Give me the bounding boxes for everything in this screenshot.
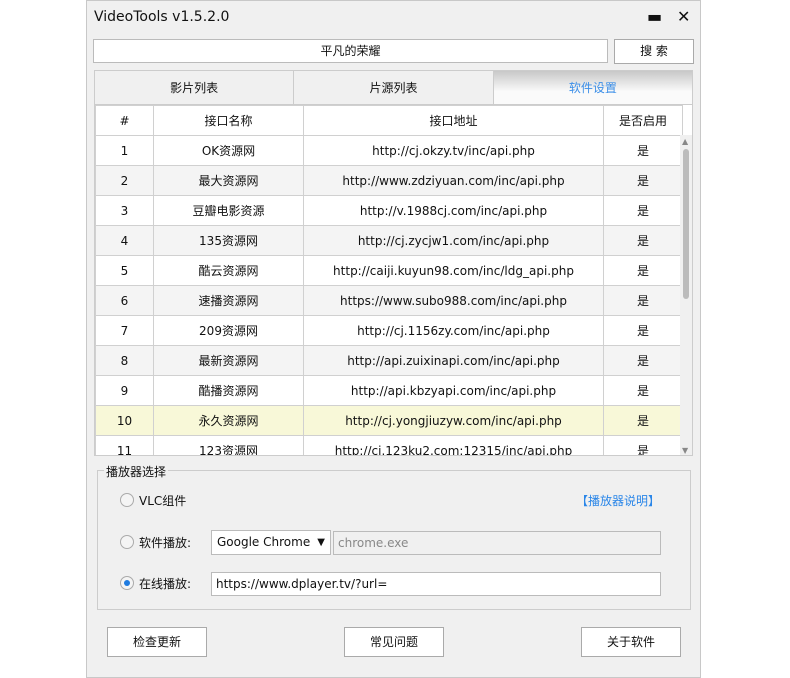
row-name: 123资源网 [153, 435, 304, 455]
col-header-index[interactable]: # [95, 105, 154, 136]
online-url-input[interactable]: https://www.dplayer.tv/?url= [211, 572, 661, 596]
row-name: 209资源网 [153, 315, 304, 346]
row-name: 豆瓣电影资源 [153, 195, 304, 226]
player-help-link[interactable]: 【播放器说明】 [576, 492, 660, 509]
table-scrollbar[interactable]: ▲ ▼ [680, 135, 692, 455]
scroll-up-icon[interactable]: ▲ [682, 137, 688, 146]
row-enabled: 是 [603, 285, 683, 316]
row-url: http://caiji.kuyun98.com/inc/ldg_api.php [303, 255, 604, 286]
row-url: http://www.zdziyuan.com/inc/api.php [303, 165, 604, 196]
row-url: http://cj.yongjiuzyw.com/inc/api.php [303, 405, 604, 436]
row-url: http://api.kbzyapi.com/inc/api.php [303, 375, 604, 406]
col-header-name[interactable]: 接口名称 [153, 105, 304, 136]
radio-online[interactable] [120, 576, 134, 590]
row-enabled: 是 [603, 135, 683, 166]
row-index: 8 [95, 345, 154, 376]
table-row[interactable]: 10 永久资源网 http://cj.yongjiuzyw.com/inc/api.… [95, 405, 683, 436]
row-index: 2 [95, 165, 154, 196]
row-index: 6 [95, 285, 154, 316]
row-url: https://www.subo988.com/inc/api.php [303, 285, 604, 316]
row-index: 9 [95, 375, 154, 406]
row-enabled: 是 [603, 405, 683, 436]
software-label: 软件播放: [139, 536, 192, 550]
table-row[interactable]: 5 酷云资源网 http://caiji.kuyun98.com/inc/ldg_a… [95, 255, 683, 286]
software-select[interactable]: Google Chrome ▼ [211, 530, 331, 555]
about-button[interactable]: 关于软件 [581, 627, 681, 657]
row-url: http://cj.zycjw1.com/inc/api.php [303, 225, 604, 256]
player-selection-group: 播放器选择 VLC组件 【播放器说明】 软件播放: Google Chrome ▼… [97, 463, 691, 610]
online-label: 在线播放: [139, 577, 192, 591]
row-index: 7 [95, 315, 154, 346]
row-enabled: 是 [603, 225, 683, 256]
chevron-down-icon: ▼ [317, 537, 325, 548]
row-name: 酷云资源网 [153, 255, 304, 286]
row-name: OK资源网 [153, 135, 304, 166]
table-row[interactable]: 8 最新资源网 http://api.zuixinapi.com/inc/api.p… [95, 345, 683, 376]
tab-movie-list[interactable]: 影片列表 [95, 71, 295, 105]
row-enabled: 是 [603, 435, 683, 455]
window-title: VideoTools v1.5.2.0 [94, 9, 230, 25]
table-row[interactable]: 11 123资源网 http://cj.123ku2.com:12315/inc/a… [95, 435, 683, 455]
row-index: 5 [95, 255, 154, 286]
scrollbar-thumb[interactable] [683, 149, 689, 299]
api-table: # 接口名称 接口地址 是否启用 1 OK资源网 http://cj.okzy.tv… [94, 104, 693, 456]
table-row[interactable]: 3 豆瓣电影资源 http://v.1988cj.com/inc/api.php 是 [95, 195, 683, 226]
row-index: 11 [95, 435, 154, 455]
table-row[interactable]: 2 最大资源网 http://www.zdziyuan.com/inc/api.ph… [95, 165, 683, 196]
table-row[interactable]: 9 酷播资源网 http://api.kbzyapi.com/inc/api.php… [95, 375, 683, 406]
search-button[interactable]: 搜 索 [614, 39, 694, 64]
row-index: 4 [95, 225, 154, 256]
row-enabled: 是 [603, 195, 683, 226]
col-header-url[interactable]: 接口地址 [303, 105, 604, 136]
row-enabled: 是 [603, 255, 683, 286]
scroll-down-icon[interactable]: ▼ [682, 446, 688, 455]
row-url: http://cj.1156zy.com/inc/api.php [303, 315, 604, 346]
row-url: http://cj.okzy.tv/inc/api.php [303, 135, 604, 166]
search-input[interactable]: 平凡的荣耀 [93, 39, 608, 63]
row-index: 3 [95, 195, 154, 226]
row-name: 永久资源网 [153, 405, 304, 436]
table-row[interactable]: 1 OK资源网 http://cj.okzy.tv/inc/api.php 是 [95, 135, 683, 166]
close-icon[interactable]: ✕ [677, 7, 690, 26]
row-url: http://api.zuixinapi.com/inc/api.php [303, 345, 604, 376]
group-label: 播放器选择 [104, 463, 169, 480]
row-url: http://v.1988cj.com/inc/api.php [303, 195, 604, 226]
minimize-icon[interactable]: ▬ [647, 7, 662, 26]
row-name: 酷播资源网 [153, 375, 304, 406]
row-enabled: 是 [603, 165, 683, 196]
row-index: 1 [95, 135, 154, 166]
row-name: 最新资源网 [153, 345, 304, 376]
tab-settings[interactable]: 软件设置 [493, 71, 692, 105]
row-name: 最大资源网 [153, 165, 304, 196]
radio-software[interactable] [120, 535, 134, 549]
radio-vlc[interactable] [120, 493, 134, 507]
check-update-button[interactable]: 检查更新 [107, 627, 207, 657]
faq-button[interactable]: 常见问题 [344, 627, 444, 657]
row-index: 10 [95, 405, 154, 436]
row-enabled: 是 [603, 315, 683, 346]
table-row[interactable]: 7 209资源网 http://cj.1156zy.com/inc/api.php 是 [95, 315, 683, 346]
software-select-value: Google Chrome [217, 535, 311, 549]
row-enabled: 是 [603, 375, 683, 406]
row-name: 速播资源网 [153, 285, 304, 316]
table-row[interactable]: 6 速播资源网 https://www.subo988.com/inc/api.ph… [95, 285, 683, 316]
software-path-input[interactable]: chrome.exe [333, 531, 661, 555]
tab-source-list[interactable]: 片源列表 [294, 71, 494, 105]
table-row[interactable]: 4 135资源网 http://cj.zycjw1.com/inc/api.php 是 [95, 225, 683, 256]
app-window: VideoTools v1.5.2.0 ▬ ✕ 平凡的荣耀 搜 索 影片列表 片… [86, 0, 701, 678]
row-url: http://cj.123ku2.com:12315/inc/api.php [303, 435, 604, 455]
row-name: 135资源网 [153, 225, 304, 256]
row-enabled: 是 [603, 345, 683, 376]
tab-bar: 影片列表 片源列表 软件设置 [94, 70, 693, 105]
col-header-enabled[interactable]: 是否启用 [603, 105, 683, 136]
vlc-label: VLC组件 [139, 494, 187, 508]
